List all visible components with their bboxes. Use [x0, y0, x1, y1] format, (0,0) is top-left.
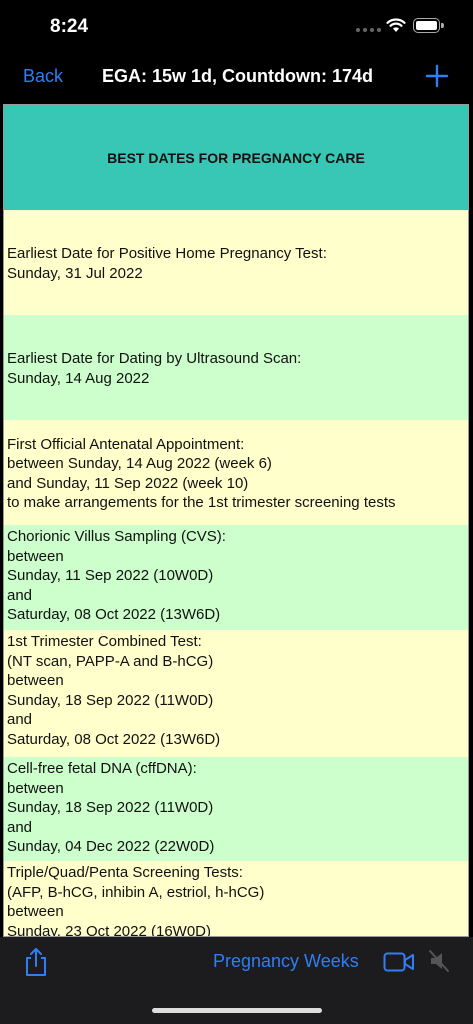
row-text: (AFP, B-hCG, inhibin A, estriol, h-hCG) — [7, 883, 265, 901]
row-text: between — [7, 547, 64, 565]
row-text: between — [7, 779, 64, 797]
row-text: Saturday, 08 Oct 2022 (13W6D) — [7, 606, 221, 623]
row-text: First Official Antenatal Appointment: — [7, 435, 245, 453]
speaker-muted-icon — [429, 950, 449, 972]
row-text: Sunday, 23 Oct 2022 (16W0D) — [7, 922, 211, 937]
row-text: and — [7, 818, 33, 836]
status-bar: 8:24 — [0, 0, 473, 54]
navigation-bar: Back EGA: 15w 1d, Countdown: 174d — [0, 54, 473, 100]
row-text: Saturday, 08 Oct 2022 (13W6D) — [7, 730, 221, 748]
plus-icon[interactable] — [425, 64, 449, 88]
share-icon[interactable] — [24, 947, 48, 977]
list-item[interactable]: Earliest Date for Positive Home Pregnanc… — [4, 210, 468, 315]
list-item[interactable]: Triple/Quad/Penta Screening Tests: (AFP,… — [4, 861, 468, 937]
row-text: and — [7, 586, 33, 604]
list-item[interactable]: Chorionic Villus Sampling (CVS): between… — [4, 525, 468, 630]
row-text: Sunday, 14 Aug 2022 — [7, 369, 150, 387]
row-text: Sunday, 18 Sep 2022 (11W0D) — [7, 691, 214, 709]
row-text: between — [7, 903, 64, 920]
row-text: Sunday, 11 Sep 2022 (10W0D) — [7, 567, 214, 584]
pregnancy-care-dates-list[interactable]: BEST DATES FOR PREGNANCY CARE Earliest D… — [3, 104, 469, 937]
back-button[interactable]: Back — [23, 66, 63, 87]
wifi-icon — [386, 18, 406, 32]
row-text: Chorionic Villus Sampling (CVS): — [7, 528, 226, 545]
home-indicator[interactable] — [152, 1008, 322, 1013]
pregnancy-weeks-button[interactable]: Pregnancy Weeks — [213, 951, 359, 972]
page-title: EGA: 15w 1d, Countdown: 174d — [102, 66, 374, 86]
row-text: Sunday, 04 Dec 2022 (22W0D) — [7, 838, 215, 855]
list-item[interactable]: 1st Trimester Combined Test: (NT scan, P… — [4, 630, 468, 757]
battery-icon — [413, 18, 444, 33]
row-text: Earliest Date for Positive Home Pregnanc… — [7, 245, 327, 262]
list-item[interactable]: Cell-free fetal DNA (cffDNA): between Su… — [4, 757, 468, 861]
row-text: between Sunday, 14 Aug 2022 (week 6) — [7, 455, 272, 472]
status-time: 8:24 — [50, 16, 89, 37]
row-text: Sunday, 18 Sep 2022 (11W0D) — [7, 799, 214, 816]
row-text: 1st Trimester Combined Test: — [7, 633, 202, 650]
row-text: Sunday, 31 Jul 2022 — [7, 264, 143, 282]
row-text: Cell-free fetal DNA (cffDNA): — [7, 760, 197, 777]
list-header-title: BEST DATES FOR PREGNANCY CARE — [107, 149, 365, 166]
list-item[interactable]: First Official Antenatal Appointment: be… — [4, 420, 468, 525]
row-text: and — [7, 711, 33, 728]
row-text: Triple/Quad/Penta Screening Tests: — [7, 864, 243, 881]
row-text: Earliest Date for Dating by Ultrasound S… — [7, 350, 302, 367]
row-text: between — [7, 672, 64, 689]
row-text: and Sunday, 11 Sep 2022 (week 10) — [7, 474, 249, 492]
signal-dots-icon — [356, 28, 381, 32]
video-camera-icon[interactable] — [383, 951, 415, 973]
list-item[interactable]: Earliest Date for Dating by Ultrasound S… — [4, 315, 468, 420]
row-text: to make arrangements for the 1st trimest… — [7, 494, 396, 511]
list-header: BEST DATES FOR PREGNANCY CARE — [4, 105, 468, 210]
row-text: (NT scan, PAPP-A and B-hCG) — [7, 652, 214, 670]
